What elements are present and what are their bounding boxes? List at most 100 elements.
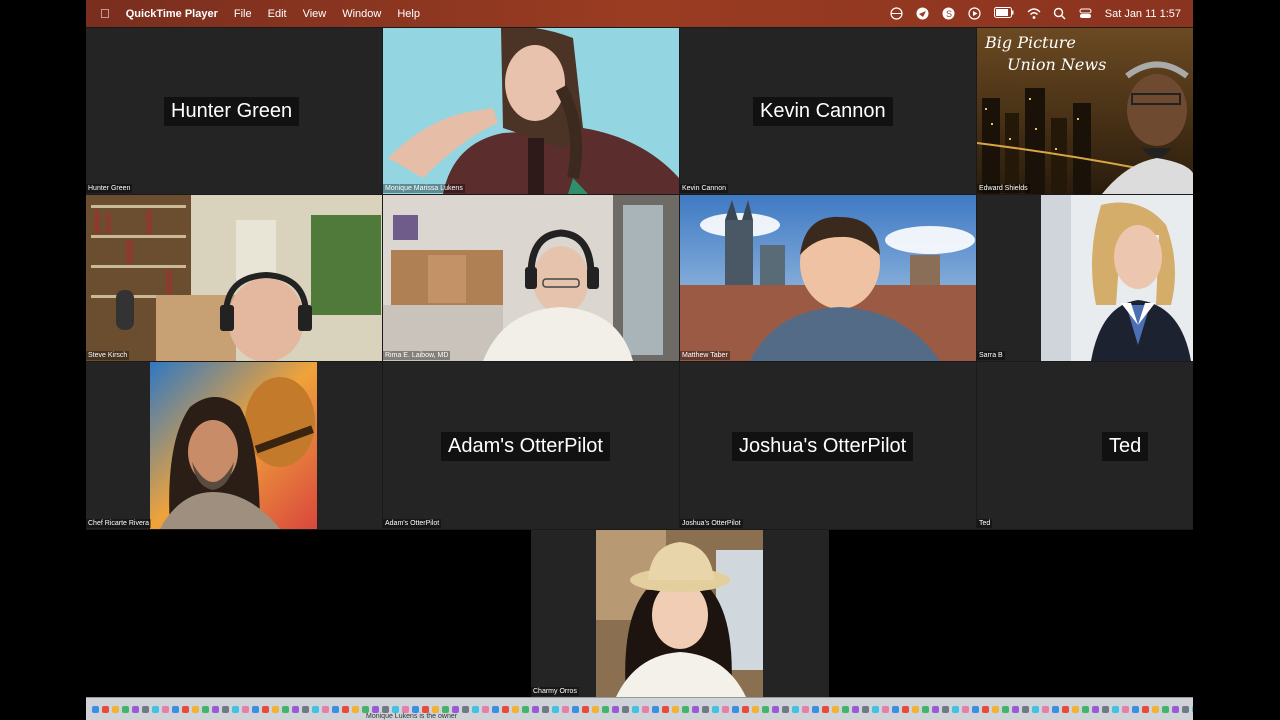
dock-app-icon[interactable] <box>422 705 429 713</box>
tile-charmy-orros[interactable]: Charmy Orros <box>531 530 829 697</box>
tile-joshuas-otterpilot[interactable]: Joshua's OtterPilot Joshua's OtterPilot <box>680 362 976 529</box>
dock-app-icon[interactable] <box>532 705 539 713</box>
dock-app-icon[interactable] <box>542 705 549 713</box>
dock-app-icon[interactable] <box>702 705 709 713</box>
dock-app-icon[interactable] <box>302 705 309 713</box>
dock-app-icon[interactable] <box>1182 705 1189 713</box>
skype-icon[interactable]: S <box>942 7 955 20</box>
dock-app-icon[interactable] <box>912 705 919 713</box>
tile-hunter-green[interactable]: Hunter Green Hunter Green <box>86 28 382 194</box>
play-icon[interactable] <box>968 7 981 20</box>
dock-app-icon[interactable] <box>172 705 179 713</box>
dock-app-icon[interactable] <box>972 705 979 713</box>
dock-app-icon[interactable] <box>1002 705 1009 713</box>
globe-icon[interactable] <box>890 7 903 20</box>
dock-app-icon[interactable] <box>412 705 419 713</box>
dock-app-icon[interactable] <box>562 705 569 713</box>
dock-app-icon[interactable] <box>572 705 579 713</box>
dock-app-icon[interactable] <box>1132 705 1139 713</box>
dock-app-icon[interactable] <box>652 705 659 713</box>
dock-app-icon[interactable] <box>1102 705 1109 713</box>
menu-window[interactable]: Window <box>342 8 381 20</box>
dock-app-icon[interactable] <box>842 705 849 713</box>
dock-app-icon[interactable] <box>362 705 369 713</box>
dock-app-icon[interactable] <box>632 705 639 713</box>
dock-app-icon[interactable] <box>832 705 839 713</box>
dock-app-icon[interactable] <box>822 705 829 713</box>
dock-app-icon[interactable] <box>592 705 599 713</box>
dock-app-icon[interactable] <box>252 705 259 713</box>
dock-app-icon[interactable] <box>512 705 519 713</box>
dock-app-icon[interactable] <box>1062 705 1069 713</box>
dock-app-icon[interactable] <box>872 705 879 713</box>
dock-app-icon[interactable] <box>212 705 219 713</box>
dock-app-icon[interactable] <box>152 705 159 713</box>
dock-app-icon[interactable] <box>382 705 389 713</box>
dock-app-icon[interactable] <box>432 705 439 713</box>
dock-app-icon[interactable] <box>472 705 479 713</box>
dock-app-icon[interactable] <box>882 705 889 713</box>
control-center-icon[interactable] <box>1079 7 1092 20</box>
dock-app-icon[interactable] <box>942 705 949 713</box>
dock-app-icon[interactable] <box>582 705 589 713</box>
tile-kevin-cannon[interactable]: Kevin Cannon Kevin Cannon <box>680 28 976 194</box>
dock-app-icon[interactable] <box>1092 705 1099 713</box>
dock-app-icon[interactable] <box>502 705 509 713</box>
dock-app-icon[interactable] <box>932 705 939 713</box>
dock-app-icon[interactable] <box>132 705 139 713</box>
dock-app-icon[interactable] <box>1112 705 1119 713</box>
dock-app-icon[interactable] <box>672 705 679 713</box>
dock-app-icon[interactable] <box>792 705 799 713</box>
dock-app-icon[interactable] <box>192 705 199 713</box>
dock-app-icon[interactable] <box>402 705 409 713</box>
dock-app-icon[interactable] <box>462 705 469 713</box>
dock-app-icon[interactable] <box>262 705 269 713</box>
dock-app-icon[interactable] <box>442 705 449 713</box>
dock-app-icon[interactable] <box>982 705 989 713</box>
dock-app-icon[interactable] <box>1042 705 1049 713</box>
dock-app-icon[interactable] <box>692 705 699 713</box>
dock-app-icon[interactable] <box>352 705 359 713</box>
dock-app-icon[interactable] <box>452 705 459 713</box>
dock-app-icon[interactable] <box>802 705 809 713</box>
dock-app-icon[interactable] <box>752 705 759 713</box>
tile-chef-ricarte-rivera[interactable]: Chef Ricarte Rivera <box>86 362 382 529</box>
dock-app-icon[interactable] <box>112 705 119 713</box>
dock-app-icon[interactable] <box>1162 705 1169 713</box>
app-menu[interactable]: QuickTime Player <box>126 8 218 20</box>
dock-app-icon[interactable] <box>182 705 189 713</box>
dock-app-icon[interactable] <box>992 705 999 713</box>
dock-app-icon[interactable] <box>92 705 99 713</box>
dock-app-icon[interactable] <box>782 705 789 713</box>
tile-adams-otterpilot[interactable]: Adam's OtterPilot Adam's OtterPilot <box>383 362 679 529</box>
tile-rima-laibow[interactable]: Rima E. Laibow, MD <box>383 195 679 361</box>
menubar-clock[interactable]: Sat Jan 11 1:57 <box>1105 8 1181 20</box>
dock-app-icon[interactable] <box>142 705 149 713</box>
dock-app-icon[interactable] <box>232 705 239 713</box>
dock-app-icon[interactable] <box>552 705 559 713</box>
dock-app-icon[interactable] <box>1172 705 1179 713</box>
dock-app-icon[interactable] <box>312 705 319 713</box>
dock-app-icon[interactable] <box>202 705 209 713</box>
dock-app-icon[interactable] <box>852 705 859 713</box>
dock-app-icon[interactable] <box>712 705 719 713</box>
dock-app-icon[interactable] <box>1122 705 1129 713</box>
tile-edward-shields[interactable]: Big Picture Union News Edward Shields <box>977 28 1193 194</box>
dock-app-icon[interactable] <box>392 705 399 713</box>
tile-steve-kirsch[interactable]: Steve Kirsch <box>86 195 382 361</box>
dock-app-icon[interactable] <box>242 705 249 713</box>
dock-app-icon[interactable] <box>952 705 959 713</box>
dock-app-icon[interactable] <box>162 705 169 713</box>
dock-app-icon[interactable] <box>1012 705 1019 713</box>
dock-app-icon[interactable] <box>272 705 279 713</box>
dock-app-icon[interactable] <box>282 705 289 713</box>
dock-app-icon[interactable] <box>1072 705 1079 713</box>
search-icon[interactable] <box>1053 7 1066 20</box>
dock-app-icon[interactable] <box>892 705 899 713</box>
dock-app-icon[interactable] <box>1082 705 1089 713</box>
menu-edit[interactable]: Edit <box>268 8 287 20</box>
dock-app-icon[interactable] <box>622 705 629 713</box>
dock-app-icon[interactable] <box>922 705 929 713</box>
dock-app-icon[interactable] <box>342 705 349 713</box>
dock-app-icon[interactable] <box>962 705 969 713</box>
